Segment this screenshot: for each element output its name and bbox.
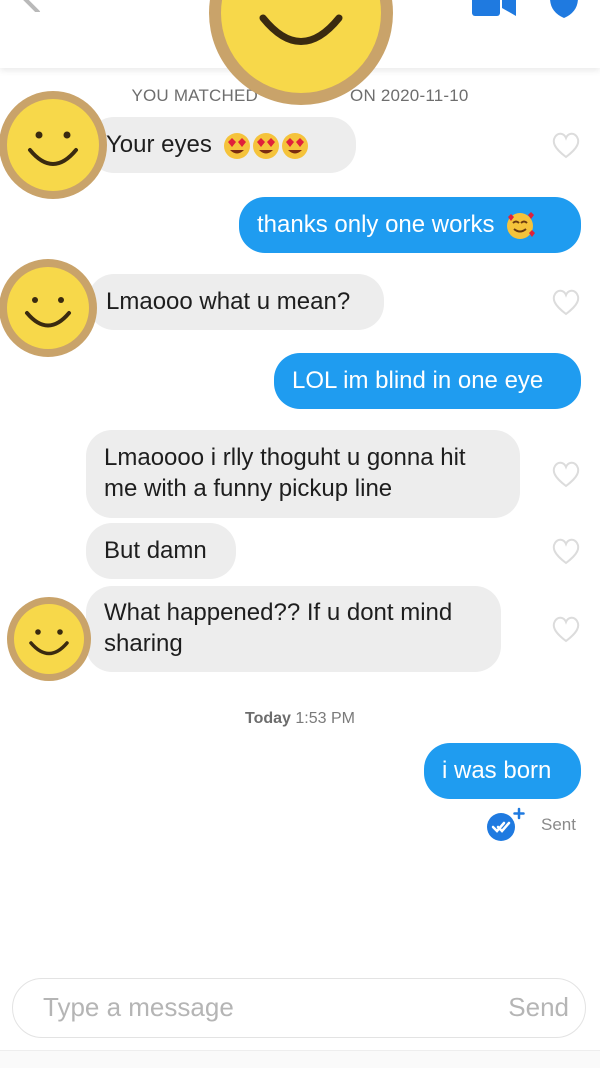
message-outgoing[interactable]: LOL im blind in one eye <box>274 353 581 409</box>
match-avatar-large[interactable] <box>208 0 394 106</box>
heart-icon[interactable] <box>551 460 581 488</box>
message-outgoing[interactable]: thanks only one works <box>239 197 581 253</box>
send-button[interactable]: Send <box>508 992 569 1023</box>
message-composer: Type a message Send <box>12 978 586 1038</box>
message-incoming[interactable]: Lmaooo what u mean? <box>88 274 384 330</box>
message-text: Lmaooo what u mean? <box>106 288 351 315</box>
shield-icon[interactable] <box>548 0 580 18</box>
message-text: But damn <box>104 537 207 564</box>
message-incoming[interactable]: Lmaoooo i rlly thoguht u gonna hit me wi… <box>86 430 520 518</box>
message-text: Your eyes <box>106 131 212 158</box>
message-text: i was born <box>442 757 552 784</box>
sender-avatar[interactable] <box>6 596 92 682</box>
video-call-icon[interactable] <box>472 0 516 16</box>
back-chevron-icon[interactable] <box>20 0 46 12</box>
message-timestamp: Today 1:53 PM <box>0 710 600 728</box>
timestamp-time: 1:53 PM <box>295 710 355 727</box>
timestamp-day: Today <box>245 710 291 727</box>
smiling-face-with-hearts-emoji-icon <box>507 211 536 239</box>
sender-avatar[interactable] <box>0 258 98 358</box>
sent-status-label: Sent <box>541 815 576 834</box>
bottom-toolbar <box>0 1050 600 1068</box>
heart-icon[interactable] <box>551 615 581 643</box>
sender-avatar[interactable] <box>0 90 108 200</box>
message-outgoing[interactable]: i was born <box>424 743 581 799</box>
heart-icon[interactable] <box>551 131 581 159</box>
message-text: thanks only one works <box>257 211 495 238</box>
heart-icon[interactable] <box>551 537 581 565</box>
message-incoming[interactable]: Your eyes <box>88 117 356 173</box>
message-text: What happened?? If u dont mind sharing <box>104 599 453 657</box>
message-input[interactable]: Type a message <box>43 992 234 1023</box>
message-incoming[interactable]: But damn <box>86 523 236 579</box>
message-text: Lmaoooo i rlly thoguht u gonna hit me wi… <box>104 444 466 502</box>
message-incoming[interactable]: What happened?? If u dont mind sharing <box>86 586 501 672</box>
heart-eyes-emoji-icon <box>223 132 308 159</box>
message-text: LOL im blind in one eye <box>292 367 544 394</box>
read-receipt-icon[interactable] <box>486 806 526 842</box>
heart-icon[interactable] <box>551 288 581 316</box>
